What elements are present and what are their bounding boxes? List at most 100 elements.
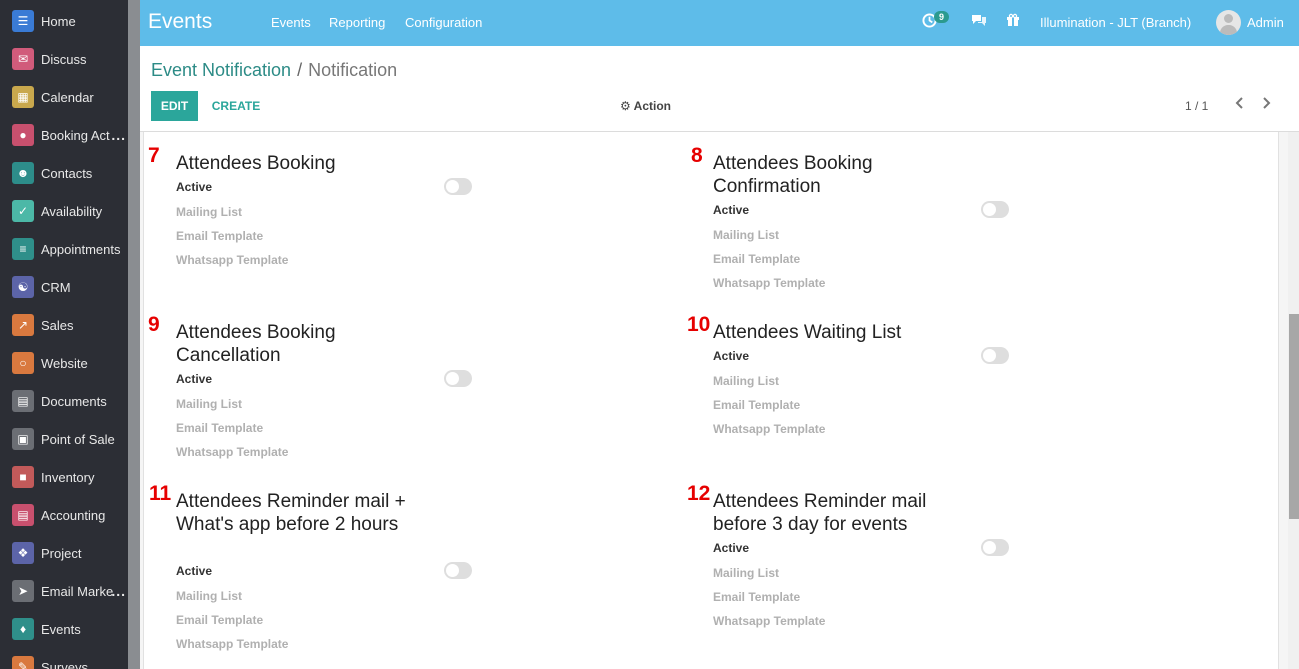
notification-title: Attendees Reminder mail + What's app bef… — [176, 491, 406, 535]
create-button[interactable]: CREATE — [203, 91, 269, 121]
sidebar-item-booking-act[interactable]: ● Booking Act... — [0, 116, 128, 154]
sidebar-item-project[interactable]: ❖ Project — [0, 534, 128, 572]
sidebar-item-label: Documents — [41, 393, 107, 409]
toggle-knob — [446, 564, 459, 577]
breadcrumb-parent[interactable]: Event Notification — [151, 60, 291, 80]
booking-icon: ● — [12, 124, 34, 146]
sidebar-item-label: Availability — [41, 203, 103, 219]
user-avatar[interactable] — [1216, 10, 1241, 35]
sidebar-item-label: Contacts — [41, 165, 93, 181]
email-template-label: Email Template — [176, 613, 264, 627]
active-toggle[interactable] — [444, 178, 472, 195]
sidebar-item-website[interactable]: ○ Website — [0, 344, 128, 382]
annotation-number: 10 — [687, 313, 711, 336]
survey-icon: ✎ — [12, 656, 34, 669]
puzzle-icon: ❖ — [12, 542, 34, 564]
sidebar-item-label: Calendar — [41, 89, 94, 105]
sidebar-item-inventory[interactable]: ■ Inventory — [0, 458, 128, 496]
pager-value[interactable]: 1 / 1 — [1185, 99, 1208, 113]
annotation-number: 9 — [148, 313, 160, 336]
user-menu[interactable]: Admin — [1247, 15, 1284, 30]
edit-button[interactable]: EDIT — [151, 91, 198, 121]
sidebar-item-point-of-sale[interactable]: ▣ Point of Sale — [0, 420, 128, 458]
annotation-number: 11 — [149, 482, 172, 505]
annotation-number: 7 — [148, 144, 160, 167]
email-template-label: Email Template — [713, 252, 801, 266]
mailing-list-label: Mailing List — [713, 566, 779, 580]
gift-icon[interactable] — [1006, 13, 1020, 30]
sidebar-item-events[interactable]: ♦ Events — [0, 610, 128, 648]
toggle-knob — [983, 349, 996, 362]
messages-icon[interactable] — [971, 13, 987, 30]
sidebar-item-label: Discuss — [41, 51, 87, 67]
notification-title: Attendees Waiting List — [713, 322, 902, 343]
sidebar-item-email-marke[interactable]: ➤ Email Marke... — [0, 572, 128, 610]
mailing-list-label: Mailing List — [176, 205, 242, 219]
page-scrollbar-thumb[interactable] — [1289, 314, 1299, 519]
active-toggle[interactable] — [981, 347, 1009, 364]
sidebar-item-appointments[interactable]: ≡ Appointments — [0, 230, 128, 268]
breadcrumb-current: Notification — [308, 60, 398, 80]
active-label: Active — [713, 349, 750, 363]
top-navbar: Events Events Reporting Configuration 9 … — [140, 0, 1299, 46]
menu-reporting[interactable]: Reporting — [329, 15, 385, 30]
sidebar-item-documents[interactable]: ▤ Documents — [0, 382, 128, 420]
contacts-icon: ☻ — [12, 162, 34, 184]
annotation-number: 8 — [691, 144, 703, 167]
company-switcher[interactable]: Illumination - JLT (Branch) — [1040, 15, 1191, 30]
action-dropdown[interactable]: ⚙ Action — [620, 99, 671, 113]
menu-configuration[interactable]: Configuration — [405, 15, 482, 30]
sidebar-item-contacts[interactable]: ☻ Contacts — [0, 154, 128, 192]
notification-title: Attendees Reminder mail before 3 day for… — [713, 491, 927, 535]
sidebar-scrollbar[interactable] — [128, 0, 140, 669]
menu-events[interactable]: Events — [271, 15, 311, 30]
notification-title: Attendees Booking — [176, 153, 336, 174]
documents-icon: ▤ — [12, 390, 34, 412]
active-toggle[interactable] — [444, 370, 472, 387]
activity-count-badge: 9 — [934, 11, 950, 23]
sidebar-item-crm[interactable]: ☯ CRM — [0, 268, 128, 306]
sidebar-item-accounting[interactable]: ▤ Accounting — [0, 496, 128, 534]
sidebar-item-surveys[interactable]: ✎ Surveys — [0, 648, 128, 669]
active-toggle[interactable] — [444, 562, 472, 579]
sidebar-item-calendar[interactable]: ▦ Calendar — [0, 78, 128, 116]
sidebar-item-label: Home — [41, 13, 76, 29]
sidebar-item-label: Accounting — [41, 507, 106, 523]
sidebar-item-availability[interactable]: ✓ Availability — [0, 192, 128, 230]
email-template-label: Email Template — [713, 398, 801, 412]
pager-previous-icon[interactable] — [1234, 96, 1244, 115]
form-view: 7 Attendees Booking Active Mailing List Emai… — [140, 132, 1288, 669]
mailing-list-label: Mailing List — [176, 589, 242, 603]
accounting-icon: ▤ — [12, 504, 34, 526]
notification-title: Attendees Booking Confirmation — [713, 153, 873, 197]
chat-icon: ✉ — [12, 48, 34, 70]
active-toggle[interactable] — [981, 539, 1009, 556]
gear-icon: ⚙ — [620, 99, 631, 113]
pager-next-icon[interactable] — [1262, 96, 1272, 115]
sidebar-item-label: Sales — [41, 317, 74, 333]
email-template-label: Email Template — [713, 590, 801, 604]
email-template-label: Email Template — [176, 421, 264, 435]
sidebar-item-sales[interactable]: ↗ Sales — [0, 306, 128, 344]
sidebar-item-label: Email Marke — [41, 583, 114, 599]
active-toggle[interactable] — [981, 201, 1009, 218]
ticket-icon: ♦ — [12, 618, 34, 640]
active-label: Active — [176, 180, 213, 194]
appointments-icon: ≡ — [12, 238, 34, 260]
app-title[interactable]: Events — [148, 10, 212, 34]
globe-icon: ○ — [12, 352, 34, 374]
pos-icon: ▣ — [12, 428, 34, 450]
action-label: Action — [633, 99, 671, 113]
toggle-knob — [446, 180, 459, 193]
truncation-ellipsis: ... — [111, 127, 126, 143]
sidebar-item-label: Website — [41, 355, 88, 371]
sidebar-item-label: Surveys — [41, 659, 88, 669]
sidebar-item-label: Events — [41, 621, 81, 637]
email-template-label: Email Template — [176, 229, 264, 243]
sidebar-item-discuss[interactable]: ✉ Discuss — [0, 40, 128, 78]
sidebar-item-label: Booking Act — [41, 127, 110, 143]
annotation-number: 12 — [687, 482, 711, 505]
whatsapp-template-label: Whatsapp Template — [176, 253, 289, 267]
toggle-knob — [983, 541, 996, 554]
sidebar-item-home[interactable]: ☰ Home — [0, 2, 128, 40]
